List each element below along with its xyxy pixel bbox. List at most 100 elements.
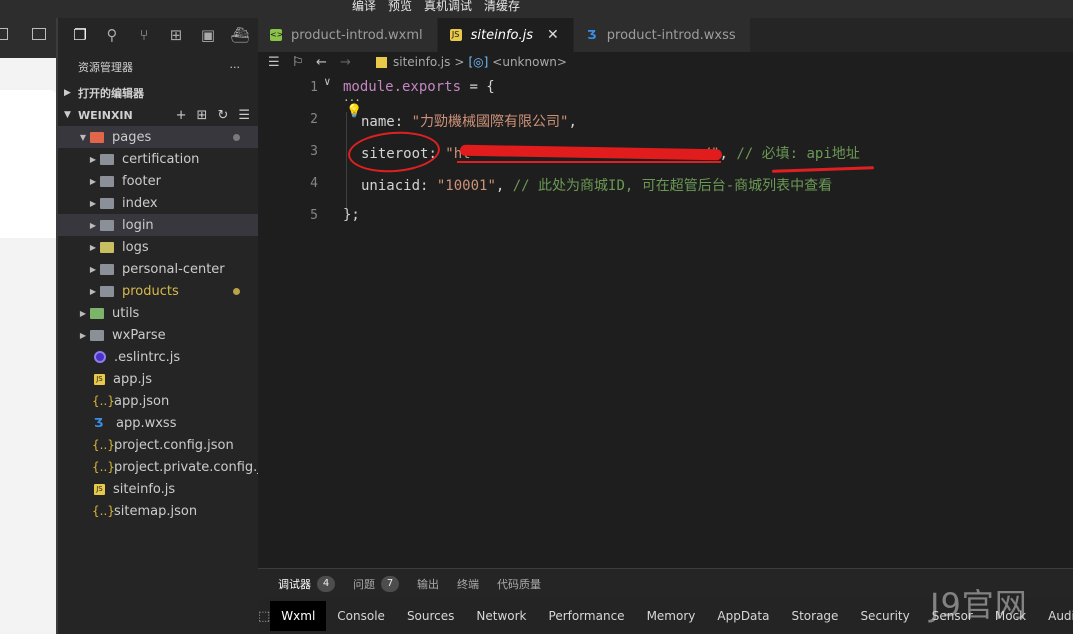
chevron-down-icon: ▼ — [79, 132, 87, 142]
code-token: module.exports — [343, 79, 462, 95]
top-toolbar: 编译 预览 真机调试 清缓存 — [0, 0, 1073, 18]
tab-product-introd-wxss[interactable]: Ʒ product-introd.wxss — [573, 18, 751, 52]
chevron-right-icon: ▶ — [89, 176, 97, 186]
tree-item-certification[interactable]: ▶ certification — [58, 148, 258, 170]
tree-item-logs[interactable]: ▶ logs — [58, 236, 258, 258]
tree-item-footer[interactable]: ▶ footer — [58, 170, 258, 192]
chevron-right-icon: ▶ — [89, 242, 97, 252]
tree-label: products — [122, 283, 179, 299]
tree-item-pages[interactable]: ▼ pages — [58, 126, 258, 148]
tree-label: siteinfo.js — [113, 481, 176, 497]
tab-console[interactable]: Console — [326, 601, 396, 631]
close-icon[interactable]: ✕ — [547, 27, 559, 43]
tab-audits[interactable]: Audits — [1037, 601, 1073, 631]
fold-chevron-icon[interactable]: ∨ — [324, 75, 331, 88]
tab-product-introd-wxml[interactable]: <> product-introd.wxml — [258, 18, 438, 52]
tab-label: 调试器 — [278, 577, 311, 591]
code-token: uniacid — [361, 178, 421, 194]
lightbulb-icon[interactable]: 💡 — [346, 104, 362, 119]
debug-icon[interactable]: ▣ — [192, 18, 224, 52]
open-editors-section[interactable]: ▶ 打开的编辑器 — [58, 82, 258, 104]
tree-label: project.config.json — [114, 437, 234, 453]
file-tree: ▼ pages ▶ certification ▶ footer ▶ index… — [58, 126, 280, 522]
rotate-icon[interactable] — [0, 28, 8, 40]
tree-item-eslintrc[interactable]: .eslintrc.js — [58, 346, 258, 368]
device-debug-button[interactable]: 真机调试 — [424, 0, 472, 13]
source-control-icon[interactable]: ⑂ — [128, 18, 160, 52]
tab-appdata[interactable]: AppData — [706, 601, 780, 631]
tree-item-app-json[interactable]: {..} app.json — [58, 390, 258, 412]
tab-sources[interactable]: Sources — [396, 601, 465, 631]
code-line-5: }; — [343, 207, 360, 223]
tab-wxml[interactable]: Wxml — [270, 601, 327, 631]
explorer-sidebar: ❐ ⚲ ⑂ ⊞ ▣ ⛴ 资源管理器 ··· ▶ 打开的编辑器 ▼ WEINXIN… — [58, 18, 280, 634]
modified-dot — [233, 287, 240, 295]
tree-item-sitemap-json[interactable]: {..} sitemap.json — [58, 500, 258, 522]
code-token: = { — [461, 79, 495, 95]
new-folder-icon[interactable]: ⊞ — [197, 108, 208, 123]
extensions-icon[interactable]: ⊞ — [160, 18, 192, 52]
tab-output[interactable]: 输出 — [417, 576, 439, 592]
compile-button[interactable]: 编译 — [352, 0, 376, 13]
line-number: 5 — [310, 208, 318, 223]
line-number: 2 — [310, 112, 318, 127]
css-file-icon: Ʒ — [94, 416, 104, 430]
tab-security[interactable]: Security — [849, 601, 920, 631]
tab-memory[interactable]: Memory — [636, 601, 707, 631]
docker-icon[interactable]: ⛴ — [224, 18, 256, 52]
tree-label: certification — [122, 151, 200, 167]
chevron-right-icon: ▶ — [64, 88, 71, 98]
window-icon[interactable] — [32, 28, 46, 40]
inspect-element-icon[interactable]: ⬚ — [258, 609, 270, 624]
open-editors-label: 打开的编辑器 — [78, 87, 144, 100]
watermark: J9官网 — [930, 586, 1028, 624]
clear-cache-button[interactable]: 清缓存 — [484, 0, 520, 13]
tree-item-siteinfo-js[interactable]: JS siteinfo.js — [58, 478, 258, 500]
folder-icon — [100, 197, 114, 209]
breadcrumb-file[interactable]: siteinfo.js — [393, 55, 450, 69]
tab-siteinfo-js[interactable]: JS siteinfo.js ✕ — [437, 18, 574, 52]
tab-problems[interactable]: 问题 7 — [353, 575, 399, 592]
breadcrumb-symbol[interactable]: <unknown> — [492, 55, 567, 69]
tree-item-project-private-config[interactable]: {..} project.private.config.js... — [58, 456, 280, 478]
back-arrow-icon[interactable]: ← — [316, 55, 340, 70]
code-token: }; — [343, 207, 360, 223]
line-number: 4 — [310, 176, 318, 191]
tree-item-personal-center[interactable]: ▶ personal-center — [58, 258, 258, 280]
code-editor[interactable]: ∨ ··· 💡 1 2 3 4 5 module.exports = { nam… — [258, 72, 1073, 568]
tree-item-project-config[interactable]: {..} project.config.json — [58, 434, 258, 456]
new-file-icon[interactable]: + — [176, 108, 187, 123]
tab-storage[interactable]: Storage — [780, 601, 849, 631]
code-token: "10001" — [436, 178, 496, 194]
tree-item-products[interactable]: ▶ products — [58, 280, 258, 302]
folder-icon — [90, 131, 104, 143]
outline-icon[interactable]: ☰ — [268, 55, 292, 70]
simulator-pane — [0, 18, 58, 634]
tab-label: product-introd.wxml — [291, 27, 423, 43]
workspace-tools: + ⊞ ↻ ☰ — [176, 108, 258, 123]
tab-terminal[interactable]: 终端 — [457, 576, 479, 592]
tab-label: 输出 — [417, 577, 439, 591]
tree-item-index[interactable]: ▶ index — [58, 192, 258, 214]
files-icon[interactable]: ❐ — [64, 18, 96, 52]
tree-item-app-wxss[interactable]: Ʒ app.wxss — [58, 412, 258, 434]
preview-button[interactable]: 预览 — [388, 0, 412, 13]
tree-item-app-js[interactable]: JS app.js — [58, 368, 258, 390]
tab-debugger[interactable]: 调试器 4 — [278, 575, 335, 592]
refresh-icon[interactable]: ↻ — [217, 108, 228, 123]
tab-performance[interactable]: Performance — [538, 601, 636, 631]
more-actions-button[interactable]: ··· — [230, 61, 241, 74]
tree-label: sitemap.json — [114, 503, 198, 519]
bookmark-icon[interactable]: ⚐ — [292, 55, 316, 70]
tree-item-wxparse[interactable]: ▶ wxParse — [58, 324, 258, 346]
tab-network[interactable]: Network — [465, 601, 537, 631]
search-icon[interactable]: ⚲ — [96, 18, 128, 52]
workspace-section[interactable]: ▼ WEINXIN + ⊞ ↻ ☰ — [58, 104, 258, 126]
tree-item-login[interactable]: ▶ login — [58, 214, 258, 236]
tab-code-quality[interactable]: 代码质量 — [497, 576, 541, 592]
tab-label: 问题 — [353, 577, 375, 591]
tree-item-utils[interactable]: ▶ utils — [58, 302, 258, 324]
collapse-all-icon[interactable]: ☰ — [238, 108, 250, 123]
forward-arrow-icon[interactable]: → — [340, 55, 364, 70]
chevron-right-icon: ▶ — [89, 286, 97, 296]
